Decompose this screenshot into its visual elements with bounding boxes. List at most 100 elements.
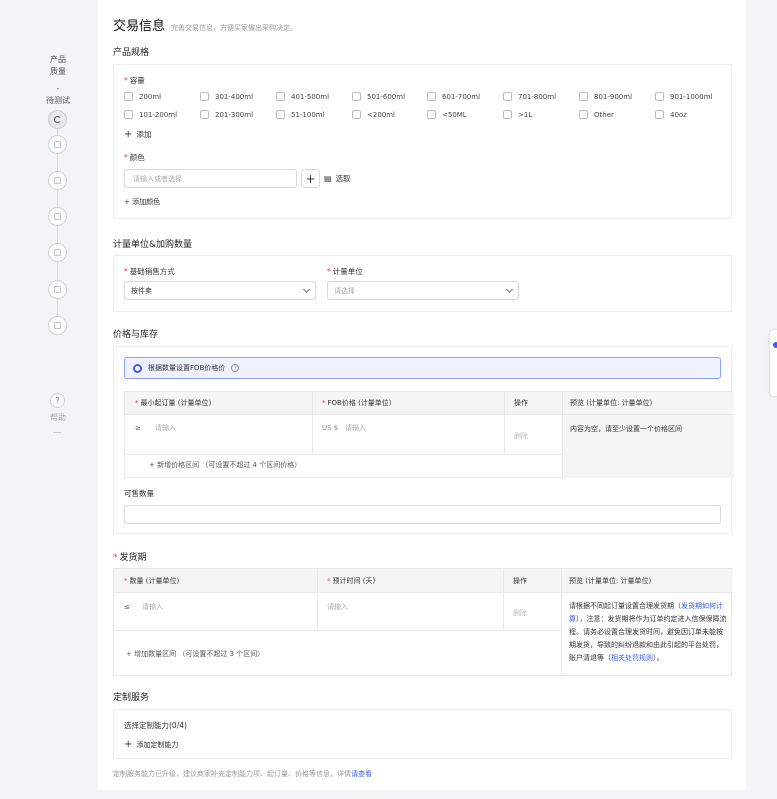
step-detail-icon[interactable] bbox=[48, 171, 67, 190]
checkbox-icon[interactable] bbox=[352, 110, 361, 119]
capacity-option-label: >1L bbox=[518, 110, 533, 119]
color-input[interactable]: 请输入或者选择 bbox=[124, 169, 297, 188]
capacity-option-label: 501-600ml bbox=[367, 92, 406, 101]
checkbox-icon[interactable] bbox=[124, 92, 133, 101]
page-subtitle: 完善交易信息，方便买家做出采购决定。 bbox=[171, 24, 298, 32]
add-qty-tier[interactable]: + 增加数量区间 （可设置不超过 3 个区间） bbox=[116, 647, 264, 661]
capacity-option-label: 201-300ml bbox=[215, 110, 254, 119]
section-title-unit: 计量单位&加购数量 bbox=[113, 240, 193, 250]
main-card: 交易信息 完善交易信息，方便买家做出采购决定。 产品规格 * 容量 200ml 30… bbox=[98, 0, 746, 790]
capacity-option-label: 701-800ml bbox=[518, 92, 557, 101]
capacity-option-label: 801-900ml bbox=[594, 92, 633, 101]
capacity-option[interactable]: >1L bbox=[503, 110, 532, 119]
chevron-down-icon bbox=[302, 285, 311, 293]
checkbox-icon[interactable] bbox=[427, 92, 436, 101]
unit-panel: * 基础销售方式 按件卖 * 计量单位 请选择 bbox=[113, 255, 732, 312]
checkbox-icon[interactable] bbox=[200, 110, 209, 119]
capacity-option[interactable]: 40oz bbox=[655, 110, 687, 119]
checkbox-icon[interactable] bbox=[579, 110, 588, 119]
help-question-icon[interactable]: ? bbox=[50, 393, 65, 408]
price-mode-radio[interactable]: 根据数量设置FOB价格价 ? bbox=[124, 357, 721, 379]
col-preview: 预览 (计量单位: 计量单位) bbox=[561, 569, 733, 593]
col-min-order: * 最小起订量 (计量单位) bbox=[125, 392, 312, 415]
stock-label: 可售数量 bbox=[124, 489, 154, 498]
time-input[interactable]: 请输入 bbox=[317, 600, 348, 614]
capacity-option-label: 51-100ml bbox=[291, 110, 325, 119]
color-add-button[interactable]: + bbox=[301, 169, 320, 188]
section-title-custom: 定制服务 bbox=[113, 693, 150, 703]
checkbox-icon[interactable] bbox=[503, 110, 512, 119]
checkbox-icon[interactable] bbox=[124, 110, 133, 119]
delete-delivery-tier[interactable]: 删除 bbox=[503, 606, 527, 620]
checkbox-icon[interactable] bbox=[427, 110, 436, 119]
capacity-option[interactable]: 601-700ml bbox=[427, 92, 480, 101]
capacity-option-label: Other bbox=[594, 110, 614, 119]
capacity-option-label: 401-500ml bbox=[291, 92, 330, 101]
step-basic-icon[interactable] bbox=[48, 135, 67, 154]
capacity-option-label: <200ml bbox=[367, 110, 395, 119]
step-trade-icon[interactable] bbox=[48, 207, 67, 226]
step-refresh-icon[interactable] bbox=[48, 110, 67, 129]
unit-select[interactable]: 请选择 bbox=[327, 281, 519, 300]
capacity-option[interactable]: 200ml bbox=[124, 92, 161, 101]
checkbox-icon[interactable] bbox=[276, 110, 285, 119]
checkbox-icon[interactable] bbox=[352, 92, 361, 101]
rail-divider bbox=[53, 432, 61, 433]
checkbox-icon[interactable] bbox=[200, 92, 209, 101]
add-price-tier[interactable]: + 新增价格区间 （可设置不超过 4 个区间价格） bbox=[139, 458, 301, 472]
section-title-price: 价格与库存 bbox=[113, 330, 159, 340]
sale-method-label: * 基础销售方式 bbox=[124, 267, 175, 276]
delivery-table: * 数量 (计量单位) * 预计时间 (天) 操作 预览 (计量单位: 计量单位) … bbox=[113, 568, 733, 677]
custom-panel: 选择定制能力(0/4) + 添加定制能力 bbox=[113, 709, 732, 759]
sale-method-select[interactable]: 按件卖 bbox=[124, 281, 316, 300]
delete-price-tier[interactable]: 删除 bbox=[504, 429, 528, 443]
page-header: 交易信息 完善交易信息，方便买家做出采购决定。 bbox=[113, 15, 297, 34]
step-shipping-icon[interactable] bbox=[48, 280, 67, 299]
add-custom-button[interactable]: + 添加定制能力 bbox=[124, 740, 178, 750]
min-order-input[interactable]: 请输入 bbox=[145, 421, 176, 435]
qty-input[interactable]: 请输入 bbox=[132, 600, 163, 614]
delivery-note: 请根据不同起订量设置合理发货期（发货期如何计算），注意：发货期将作为订单约定进入… bbox=[569, 602, 727, 662]
step-logistics-icon[interactable] bbox=[48, 243, 67, 262]
add-capacity-button[interactable]: + 添加 bbox=[124, 129, 151, 140]
capacity-option-label: 200ml bbox=[139, 92, 162, 101]
footer-link[interactable]: 请查看 bbox=[351, 770, 372, 778]
section-title-delivery: * 发货期 bbox=[113, 553, 147, 563]
capacity-option[interactable]: 51-100ml bbox=[276, 110, 325, 119]
capacity-option[interactable]: 301-400ml bbox=[200, 92, 253, 101]
col-fob-price: * FOB价格 (计量单位) bbox=[312, 392, 504, 415]
penalty-rules-link[interactable]: 相关处罚规则 bbox=[611, 654, 653, 662]
custom-select-label: 选择定制能力(0/4) bbox=[124, 721, 187, 730]
checkbox-icon[interactable] bbox=[655, 92, 664, 101]
checkbox-icon[interactable] bbox=[655, 110, 664, 119]
capacity-option[interactable]: 101-200ml bbox=[124, 110, 177, 119]
col-action: 操作 bbox=[503, 569, 561, 593]
side-float-tab[interactable] bbox=[770, 330, 777, 396]
capacity-option-label: 101-200ml bbox=[139, 110, 178, 119]
capacity-option[interactable]: 401-500ml bbox=[276, 92, 329, 101]
capacity-option[interactable]: Other bbox=[579, 110, 614, 119]
step-service-icon[interactable] bbox=[48, 316, 67, 335]
capacity-option[interactable]: 901-1000ml bbox=[655, 92, 712, 101]
checkbox-icon[interactable] bbox=[579, 92, 588, 101]
capacity-option-label: 301-400ml bbox=[215, 92, 254, 101]
footer-note: 定制服务能力已升级，建议商家补充定制能力项、起订量、价格等信息，详情请查看 bbox=[113, 770, 372, 778]
capacity-option[interactable]: <200ml bbox=[352, 110, 395, 119]
capacity-option-label: 901-1000ml bbox=[670, 92, 713, 101]
checkbox-icon[interactable] bbox=[276, 92, 285, 101]
capacity-option[interactable]: 801-900ml bbox=[579, 92, 632, 101]
capacity-option[interactable]: 701-800ml bbox=[503, 92, 556, 101]
price-table: * 最小起订量 (计量单位) * FOB价格 (计量单位) 操作 预览 (计量单位:… bbox=[124, 391, 734, 479]
fob-price-input[interactable]: 请输入 bbox=[335, 421, 366, 435]
col-preview: 预览 (计量单位: 计量单位) bbox=[562, 392, 734, 415]
capacity-option[interactable]: 501-600ml bbox=[352, 92, 405, 101]
capacity-option[interactable]: 201-300ml bbox=[200, 110, 253, 119]
spec-panel: * 容量 200ml 301-400ml 401-500ml 501-600ml 601-… bbox=[113, 64, 732, 219]
checkbox-icon[interactable] bbox=[503, 92, 512, 101]
add-color-link[interactable]: + 添加颜色 bbox=[124, 197, 160, 207]
col-time: * 预计时间 (天) bbox=[317, 569, 503, 593]
stock-input[interactable] bbox=[124, 505, 721, 524]
capacity-option-label: <50ML bbox=[442, 110, 467, 119]
pick-color-button[interactable]: ▤ 选取 bbox=[324, 173, 351, 184]
capacity-option[interactable]: <50ML bbox=[427, 110, 467, 119]
